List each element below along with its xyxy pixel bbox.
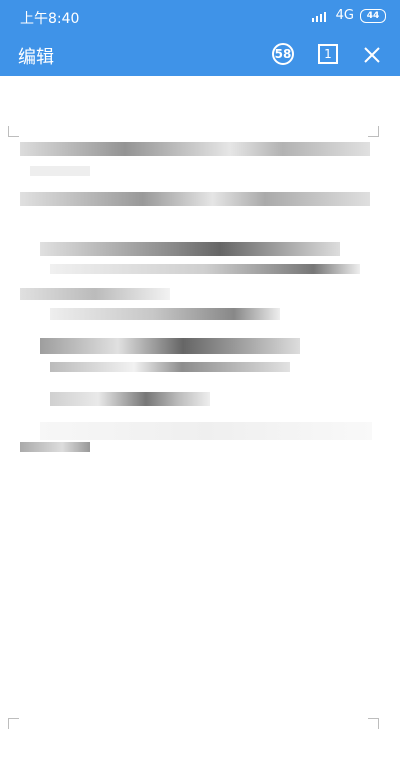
blurred-text-line (40, 242, 340, 256)
page-icon[interactable]: 1 (318, 44, 338, 64)
document-page[interactable] (0, 76, 400, 760)
blurred-text-line (40, 422, 372, 440)
blurred-text-line (50, 264, 360, 274)
network-type: 4G (335, 8, 354, 23)
blurred-text-line (20, 142, 370, 156)
signal-icon (311, 10, 330, 22)
blurred-text-line (50, 362, 290, 372)
comment-count-icon[interactable]: 58 (272, 43, 294, 65)
status-bar: 上午8:40 4G 44 (0, 0, 400, 34)
blurred-text-line (40, 338, 300, 354)
status-time: 上午8:40 (20, 11, 80, 27)
page-corner-top-right (368, 126, 379, 137)
page-corner-top-left (8, 126, 19, 137)
blurred-text-line (20, 192, 370, 206)
page-title: 编辑 (18, 47, 54, 68)
blurred-text-line (50, 392, 210, 406)
page-corner-bottom-left (8, 718, 19, 729)
status-right: 4G 44 (311, 8, 386, 23)
battery-icon: 44 (360, 8, 386, 23)
page-corner-bottom-right (368, 718, 379, 729)
blurred-text-line (50, 308, 280, 320)
blurred-text-line (20, 442, 90, 452)
top-toolbar: 编辑 58 1 (0, 34, 400, 76)
blurred-text-line (30, 166, 90, 176)
close-icon[interactable] (360, 43, 384, 67)
blurred-text-line (20, 288, 170, 300)
